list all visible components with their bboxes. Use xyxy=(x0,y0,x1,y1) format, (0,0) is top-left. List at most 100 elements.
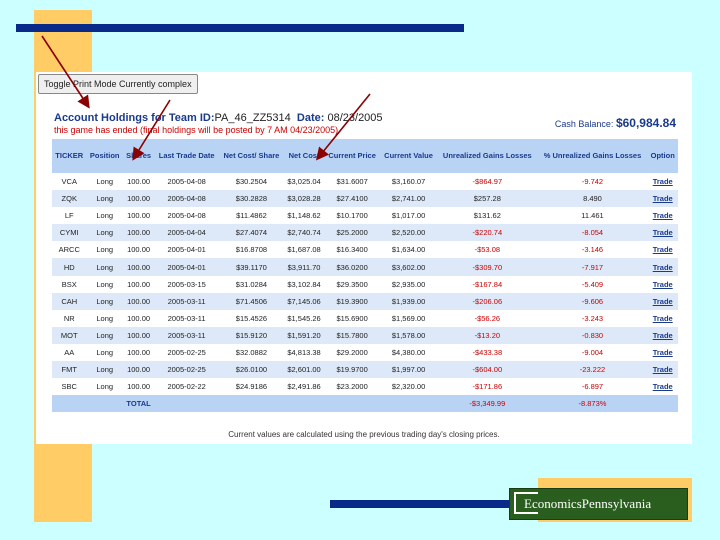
total-empty-cell xyxy=(219,395,284,413)
total-empty-cell xyxy=(324,395,381,413)
cell-position: Long xyxy=(96,279,114,289)
cell-net-cost-per-share: $24.9186 xyxy=(235,382,268,392)
cell-current-price: $27.4100 xyxy=(324,190,381,208)
cell-unrealized-gains: $257.28 xyxy=(437,190,538,208)
trade-link[interactable]: Trade xyxy=(653,382,673,391)
cell-last-trade-date: 2005-02-25 xyxy=(167,347,206,357)
table-row: CYMI Long 100.00 2005-04-04 $27.4074 $2,740.7… xyxy=(52,224,678,242)
cell-option: Trade xyxy=(647,276,678,293)
cell-ticker: HD xyxy=(52,258,87,276)
cell-current-price: $19.3900 xyxy=(324,292,381,310)
cell-current-price: $10.1700 xyxy=(336,211,368,221)
table-row: HD Long 100.00 2005-04-01 $39.1170 $3,911.70 $… xyxy=(52,258,678,276)
trade-link[interactable]: Trade xyxy=(653,331,673,340)
cash-balance: Cash Balance: $60,984.84 xyxy=(555,116,676,130)
cell-current-value: $4,380.00 xyxy=(391,347,426,357)
table-header-row: TICKER Position Shares Last Trade Date Net C… xyxy=(52,139,678,173)
cell-ticker: LF xyxy=(64,211,74,221)
cell-last-trade-date: 2005-03-11 xyxy=(154,292,220,310)
cell-last-trade-date: 2005-04-01 xyxy=(167,245,206,255)
cell-position: Long xyxy=(86,224,123,242)
cell-current-value: $1,569.00 xyxy=(391,313,426,323)
cell-unrealized-gains: -$433.38 xyxy=(472,347,503,357)
cell-shares: 100.00 xyxy=(127,382,151,392)
cell-pct-unrealized-gains: -3.146 xyxy=(581,245,604,255)
cell-pct-unrealized-gains: -8.054 xyxy=(537,224,648,242)
date-value: 08/23/2005 xyxy=(327,112,383,124)
cell-net-cost: $1,687.08 xyxy=(287,245,321,255)
cell-shares: 100.00 xyxy=(127,347,151,357)
column-header-option: Option xyxy=(647,139,678,173)
cell-net-cost-per-share: $30.2828 xyxy=(219,190,284,208)
decorative-bar-bottom xyxy=(330,500,516,508)
cell-current-value: $2,320.00 xyxy=(391,382,426,392)
cell-unrealized-gains: -$171.86 xyxy=(472,382,503,392)
column-header-net-cost-per-share: Net Cost/ Share xyxy=(219,139,284,173)
cell-last-trade-date: 2005-04-08 xyxy=(167,177,206,187)
trade-link[interactable]: Trade xyxy=(653,314,673,323)
trade-link[interactable]: Trade xyxy=(653,228,673,237)
cell-ticker: BSX xyxy=(61,279,77,289)
cell-unrealized-gains: -$167.84 xyxy=(472,279,503,289)
cell-last-trade-date: 2005-02-22 xyxy=(167,382,206,392)
cell-current-price: $19.9700 xyxy=(324,361,381,379)
column-header-pct-unrealized-gains: % Unrealized Gains Losses xyxy=(537,139,648,173)
cell-position: Long xyxy=(86,258,123,276)
trade-link[interactable]: Trade xyxy=(653,263,673,272)
cell-position: Long xyxy=(96,347,114,357)
column-header-current-value: Current Value xyxy=(380,139,438,173)
cell-net-cost-per-share: $15.9120 xyxy=(219,326,284,344)
trade-link[interactable]: Trade xyxy=(653,245,673,254)
trade-link[interactable]: Trade xyxy=(653,280,673,289)
cell-net-cost: $3,028.28 xyxy=(283,190,325,208)
trade-link[interactable]: Trade xyxy=(653,297,673,306)
trade-link[interactable]: Trade xyxy=(653,177,673,186)
cell-position: Long xyxy=(86,326,123,344)
table-row: AA Long 100.00 2005-02-25 $32.0882 $4,813.38 $… xyxy=(52,344,678,361)
cell-last-trade-date: 2005-03-11 xyxy=(154,326,220,344)
cell-ticker: FMT xyxy=(52,361,87,379)
cell-ticker: SBC xyxy=(61,382,77,392)
cell-shares: 100.00 xyxy=(127,313,151,323)
cell-pct-unrealized-gains: 11.461 xyxy=(581,211,604,221)
cell-net-cost-per-share: $31.0284 xyxy=(235,279,268,289)
game-ended-notice: this game has ended (final holdings will… xyxy=(54,125,339,135)
cell-current-price: $15.7800 xyxy=(324,326,381,344)
trade-link[interactable]: Trade xyxy=(653,348,673,357)
total-row: TOTAL -$3,349.99 -8.873% xyxy=(52,395,678,413)
cell-last-trade-date: 2005-03-15 xyxy=(167,279,206,289)
toggle-print-mode-button[interactable]: Toggle Print Mode Currently complex xyxy=(38,74,198,94)
cell-unrealized-gains: -$56.26 xyxy=(474,313,501,323)
cell-pct-unrealized-gains: -23.222 xyxy=(537,361,648,379)
total-empty-cell xyxy=(380,395,438,413)
cell-pct-unrealized-gains: -3.243 xyxy=(581,313,604,323)
total-empty-cell xyxy=(154,395,220,413)
cell-ticker: ARCC xyxy=(58,245,80,255)
cell-net-cost-per-share: $71.4506 xyxy=(219,292,284,310)
cell-shares: 100.00 xyxy=(122,326,155,344)
cell-unrealized-gains: -$604.00 xyxy=(437,361,538,379)
trade-link[interactable]: Trade xyxy=(653,211,673,220)
cell-current-value: $1,939.00 xyxy=(380,292,438,310)
cell-position: Long xyxy=(96,382,114,392)
cell-current-price: $15.6900 xyxy=(336,313,368,323)
cell-position: Long xyxy=(96,313,114,323)
cell-current-value: $2,520.00 xyxy=(380,224,438,242)
cell-current-value: $1,578.00 xyxy=(380,326,438,344)
cell-ticker: ZQK xyxy=(52,190,87,208)
cell-ticker: NR xyxy=(63,313,75,323)
trade-link[interactable]: Trade xyxy=(653,194,673,203)
cell-current-value: $3,602.00 xyxy=(380,258,438,276)
cell-ticker: CAH xyxy=(52,292,87,310)
holdings-table: TICKER Position Shares Last Trade Date Net C… xyxy=(52,139,678,413)
cell-pct-unrealized-gains: -7.917 xyxy=(537,258,648,276)
cell-last-trade-date: 2005-04-01 xyxy=(154,258,220,276)
cell-position: Long xyxy=(96,211,114,221)
cell-net-cost: $2,740.74 xyxy=(283,224,325,242)
cell-option: Trade xyxy=(647,207,678,224)
trade-link[interactable]: Trade xyxy=(653,365,673,374)
cell-current-value: $2,935.00 xyxy=(391,279,426,289)
cell-last-trade-date: 2005-02-25 xyxy=(154,361,220,379)
cell-unrealized-gains: -$220.74 xyxy=(437,224,538,242)
cell-net-cost: $3,911.70 xyxy=(283,258,325,276)
